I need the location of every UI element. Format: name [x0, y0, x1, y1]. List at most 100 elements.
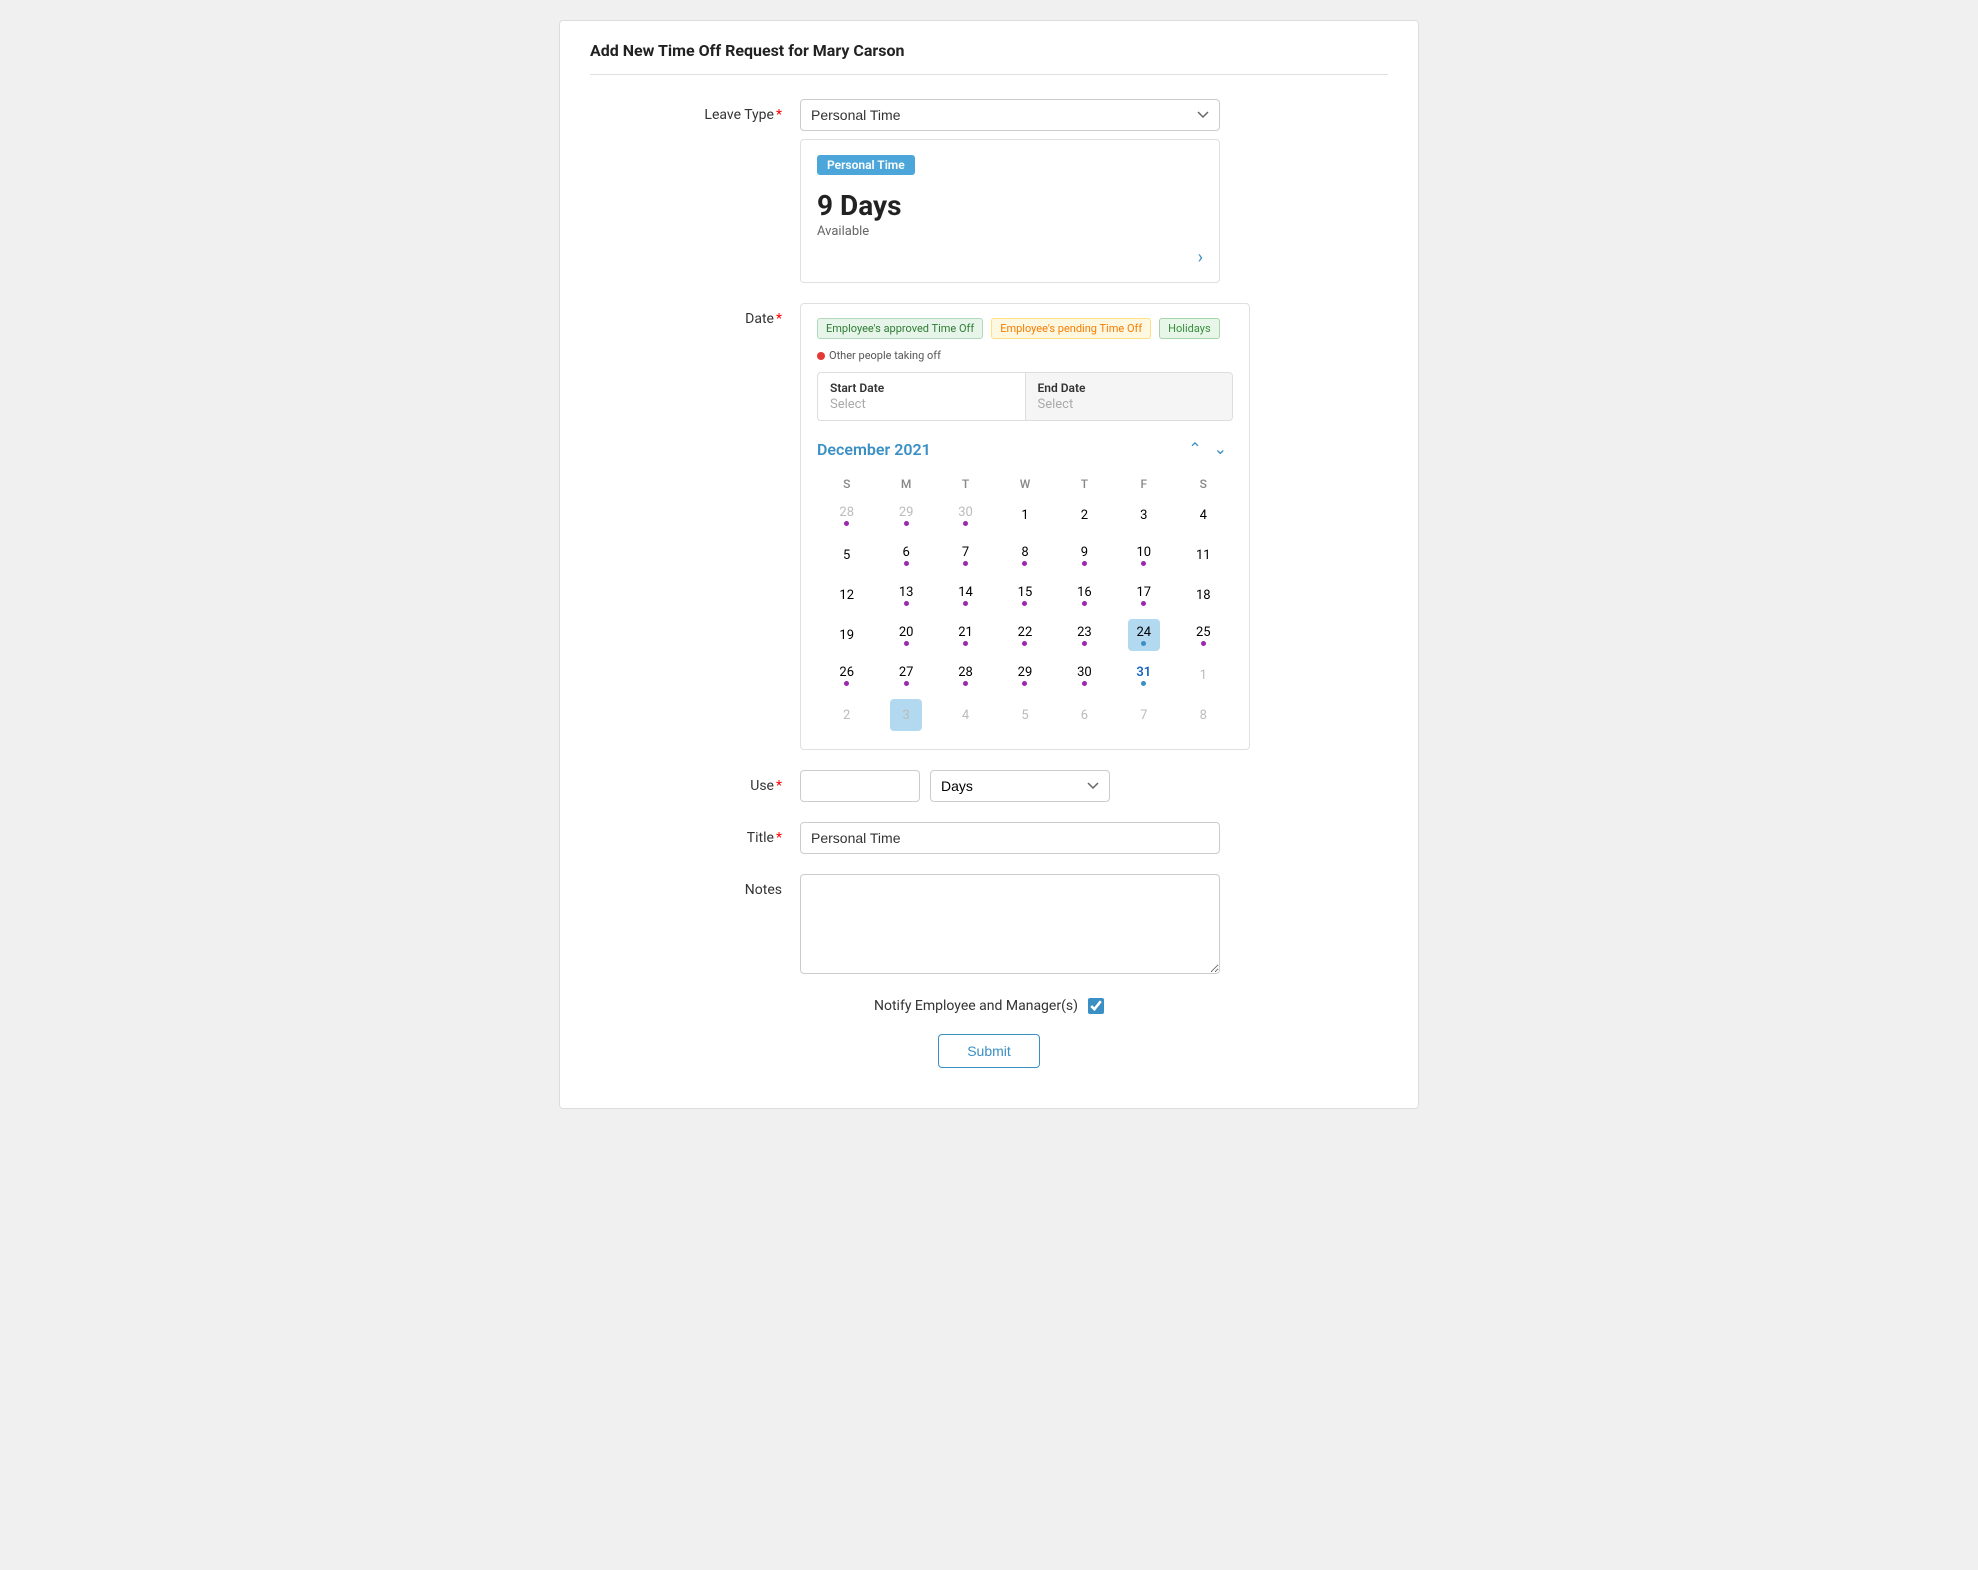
- title-label: Title*: [590, 822, 800, 846]
- calendar-next-btn[interactable]: ⌄: [1208, 435, 1233, 463]
- calendar-day[interactable]: 8: [1009, 539, 1041, 571]
- dot-row: [1082, 561, 1087, 566]
- legend-other: Other people taking off: [817, 349, 941, 362]
- calendar-day[interactable]: 4: [950, 699, 982, 731]
- dot-row: [1082, 601, 1087, 606]
- calendar-cell: 10: [1114, 535, 1173, 575]
- calendar-day[interactable]: 25: [1187, 619, 1219, 651]
- purple-dot: [1201, 641, 1206, 646]
- calendar-day[interactable]: 24: [1128, 619, 1160, 651]
- calendar-day[interactable]: 30: [1068, 659, 1100, 691]
- dot-row: [1082, 641, 1087, 646]
- leave-type-control: Personal Time Vacation Sick Leave Other …: [800, 99, 1388, 283]
- days-unit-select[interactable]: Days Hours: [930, 770, 1110, 802]
- legend-pending: Employee's pending Time Off: [991, 318, 1151, 339]
- calendar-day[interactable]: 4: [1187, 499, 1219, 531]
- calendar-day[interactable]: 22: [1009, 619, 1041, 651]
- calendar-day[interactable]: 12: [831, 579, 863, 611]
- calendar-day[interactable]: 16: [1068, 579, 1100, 611]
- calendar-day[interactable]: 2: [831, 699, 863, 731]
- calendar-row: 56789 10 11: [817, 535, 1233, 575]
- calendar-day[interactable]: 5: [1009, 699, 1041, 731]
- calendar-day[interactable]: 5: [831, 539, 863, 571]
- submit-button[interactable]: Submit: [938, 1034, 1040, 1068]
- calendar-day[interactable]: 27: [890, 659, 922, 691]
- calendar-day[interactable]: 1: [1009, 499, 1041, 531]
- calendar-day[interactable]: 29: [890, 499, 922, 531]
- calendar-day[interactable]: 13: [890, 579, 922, 611]
- calendar-day[interactable]: 3: [890, 699, 922, 731]
- calendar-day[interactable]: 28: [831, 499, 863, 531]
- date-section-box: Employee's approved Time Off Employee's …: [800, 303, 1250, 750]
- notes-label: Notes: [590, 874, 800, 898]
- calendar-day[interactable]: 9: [1068, 539, 1100, 571]
- calendar-cell: 1: [995, 495, 1054, 535]
- calendar-day[interactable]: 2: [1068, 499, 1100, 531]
- calendar-day[interactable]: 21: [950, 619, 982, 651]
- calendar-cell: 5: [817, 535, 876, 575]
- dot-row: [904, 601, 909, 606]
- purple-dot: [963, 681, 968, 686]
- dot-row: [1022, 601, 1027, 606]
- leave-type-row: Leave Type* Personal Time Vacation Sick …: [590, 99, 1388, 283]
- calendar-day[interactable]: 3: [1128, 499, 1160, 531]
- notify-checkbox[interactable]: [1088, 998, 1104, 1014]
- end-date-value: Select: [1038, 397, 1221, 412]
- calendar-cell: 27: [876, 655, 935, 695]
- calendar-cell: 29: [995, 655, 1054, 695]
- dot-row: [1141, 601, 1146, 606]
- calendar-day[interactable]: 26: [831, 659, 863, 691]
- calendar-day[interactable]: 14: [950, 579, 982, 611]
- end-date-box[interactable]: End Date Select: [1026, 372, 1234, 421]
- start-date-box[interactable]: Start Date Select: [817, 372, 1026, 421]
- legend-other-dot: [817, 352, 825, 360]
- dot-row: [963, 641, 968, 646]
- use-control: Days Hours: [800, 770, 1388, 802]
- calendar-cell: 15: [995, 575, 1054, 615]
- purple-dot: [1082, 601, 1087, 606]
- leave-type-select[interactable]: Personal Time Vacation Sick Leave Other: [800, 99, 1220, 131]
- use-number-input[interactable]: [800, 770, 920, 802]
- purple-dot: [963, 521, 968, 526]
- purple-dot: [1022, 601, 1027, 606]
- dot-row: [1022, 561, 1027, 566]
- days-count: 9 Days: [817, 189, 1203, 222]
- purple-dot: [1022, 561, 1027, 566]
- calendar-day[interactable]: 30: [950, 499, 982, 531]
- calendar-day[interactable]: 31: [1128, 659, 1160, 691]
- calendar-day[interactable]: 20: [890, 619, 922, 651]
- calendar-day[interactable]: 23: [1068, 619, 1100, 651]
- calendar-day[interactable]: 6: [1068, 699, 1100, 731]
- purple-dot: [1082, 681, 1087, 686]
- chevron-right-icon[interactable]: ›: [1198, 247, 1203, 268]
- calendar-day[interactable]: 10: [1128, 539, 1160, 571]
- date-label: Date*: [590, 303, 800, 327]
- blue-dot: [1141, 681, 1146, 686]
- calendar-day[interactable]: 7: [950, 539, 982, 571]
- weekday-fri: F: [1114, 473, 1173, 495]
- calendar-cell: 4: [936, 695, 995, 735]
- purple-dot: [1141, 601, 1146, 606]
- personal-time-badge: Personal Time: [817, 155, 915, 175]
- calendar-day[interactable]: 17: [1128, 579, 1160, 611]
- title-input[interactable]: [800, 822, 1220, 854]
- dot-row: [1022, 681, 1027, 686]
- calendar-day[interactable]: 11: [1187, 539, 1219, 571]
- calendar-day[interactable]: 1: [1187, 659, 1219, 691]
- legend-other-row: Other people taking off: [817, 349, 1233, 362]
- dot-row: [1141, 681, 1146, 686]
- calendar-day[interactable]: 6: [890, 539, 922, 571]
- calendar-day[interactable]: 29: [1009, 659, 1041, 691]
- calendar-day[interactable]: 7: [1128, 699, 1160, 731]
- calendar-day[interactable]: 28: [950, 659, 982, 691]
- calendar-cell: 6: [876, 535, 935, 575]
- calendar-day[interactable]: 19: [831, 619, 863, 651]
- calendar-day[interactable]: 15: [1009, 579, 1041, 611]
- calendar-prev-btn[interactable]: ⌃: [1182, 435, 1207, 463]
- calendar-row: 12 13 14 15 16 17 18: [817, 575, 1233, 615]
- calendar-day[interactable]: 8: [1187, 699, 1219, 731]
- purple-dot: [904, 601, 909, 606]
- calendar-day[interactable]: 18: [1187, 579, 1219, 611]
- calendar-cell: 29: [876, 495, 935, 535]
- notes-textarea[interactable]: [800, 874, 1220, 974]
